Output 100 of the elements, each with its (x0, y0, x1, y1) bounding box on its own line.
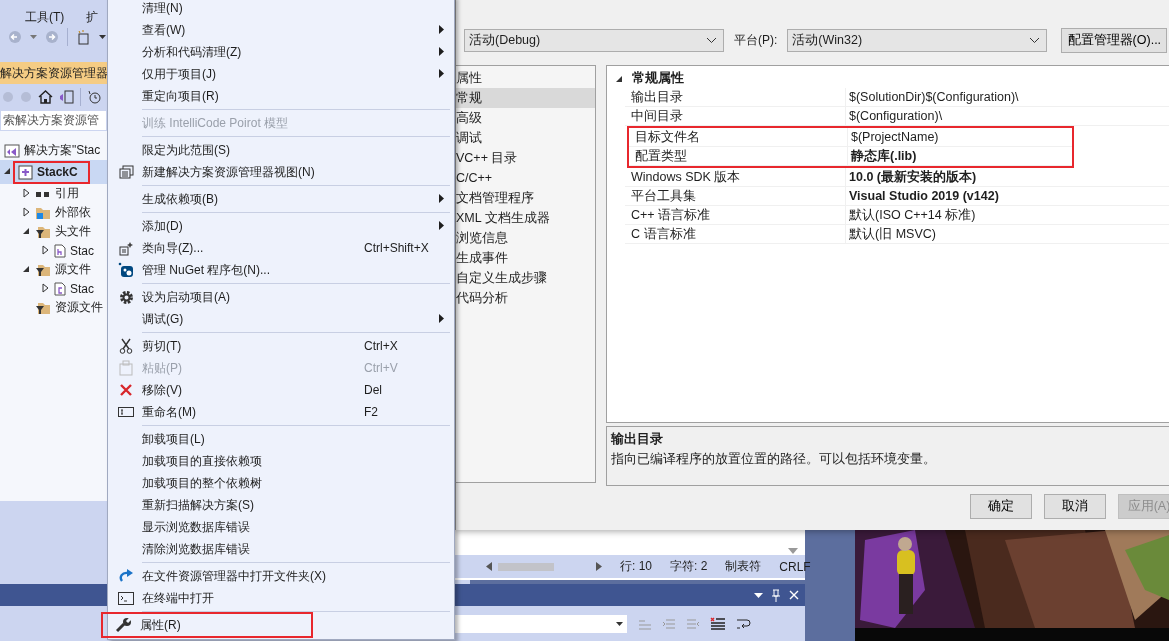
property-value[interactable]: Visual Studio 2019 (v142) (845, 187, 1169, 206)
menu-item[interactable]: 在终端中打开 (110, 587, 452, 609)
property-value[interactable]: $(Configuration)\ (845, 107, 1169, 126)
tree-item[interactable]: 外部依 (55, 204, 91, 221)
menu-item[interactable]: 设为启动项目(A) (110, 286, 452, 308)
menu-item[interactable]: 分析和代码清理(Z) (110, 41, 452, 63)
menu-item[interactable]: 重定向项目(R) (110, 85, 452, 107)
terminal-icon (118, 591, 134, 605)
menu-item[interactable]: 仅用于项目(J) (110, 63, 452, 85)
wrench-icon (116, 617, 132, 633)
menu-item[interactable]: 在文件资源管理器中打开文件夹(X) (110, 565, 452, 587)
dropdown-arrow-icon[interactable] (99, 35, 106, 39)
package-icon (118, 262, 134, 278)
menu-item[interactable]: 清理(N) (110, 0, 452, 19)
menu-item[interactable]: 重新扫描解决方案(S) (110, 494, 452, 516)
property-page-item[interactable]: 属性 (456, 68, 595, 88)
column-indicator: 字符: 2 (670, 558, 708, 575)
submenu-arrow-icon (438, 25, 444, 34)
menu-bar-item[interactable]: 工具(T) (25, 9, 65, 22)
dialog-button[interactable]: 确定 (970, 494, 1032, 519)
property-value[interactable]: $(ProjectName) (847, 128, 1072, 147)
gear-icon (118, 289, 134, 305)
rename-icon (118, 406, 134, 418)
curved-arrow-icon (118, 569, 134, 583)
property-page-item[interactable]: 调试 (456, 128, 595, 148)
submenu-arrow-icon (438, 221, 444, 230)
property-page-item[interactable]: C/C++ (456, 168, 595, 188)
tree-item[interactable]: 头文件 (55, 223, 91, 240)
platform-dropdown[interactable]: 活动(Win32) (787, 28, 1048, 52)
configuration-dropdown[interactable]: 活动(Debug) (464, 28, 724, 52)
property-page-item[interactable]: 自定义生成步骤 (456, 268, 595, 288)
property-page-item[interactable]: VC++ 目录 (456, 148, 595, 168)
menu-item[interactable]: 剪切(T) Ctrl+X (110, 335, 452, 357)
scrollbar-thumb[interactable] (498, 562, 554, 571)
close-icon[interactable] (789, 590, 799, 600)
menu-item[interactable]: 新建解决方案资源管理器视图(N) (110, 161, 452, 183)
scroll-left-icon[interactable] (486, 562, 492, 571)
history-icon[interactable] (87, 90, 101, 104)
tree-item[interactable]: 源文件 (55, 261, 91, 278)
menu-item[interactable]: 调试(G) (110, 308, 452, 330)
menu-item[interactable]: 限定为此范围(S) (110, 139, 452, 161)
menu-item[interactable]: 类向导(Z)... Ctrl+Shift+X (110, 237, 452, 259)
property-page-item[interactable]: 浏览信息 (456, 228, 595, 248)
menu-bar-item[interactable]: 扩 (86, 9, 99, 22)
menu-item[interactable]: 查看(W) (110, 19, 452, 41)
property-page-item[interactable]: 高级 (456, 108, 595, 128)
forward-icon[interactable] (45, 30, 59, 44)
property-page-item[interactable]: 文档管理程序 (456, 188, 595, 208)
line-ending-indicator[interactable]: CRLF (779, 559, 811, 574)
new-item-icon[interactable] (76, 29, 91, 45)
tree-item[interactable]: 引用 (55, 185, 79, 202)
back-icon[interactable] (8, 30, 22, 44)
menu-item[interactable]: 管理 NuGet 程序包(N)... (110, 259, 452, 281)
tree-item[interactable]: Stac (70, 281, 94, 296)
property-page-item[interactable]: XML 文档生成器 (456, 208, 595, 228)
property-page-item[interactable]: 代码分析 (456, 288, 595, 308)
collapsed-arrow-icon (21, 187, 31, 198)
property-value[interactable]: 静态库(.lib) (847, 147, 1072, 166)
home-icon[interactable] (38, 90, 53, 104)
menu-item[interactable]: 加载项目的整个依赖树 (110, 472, 452, 494)
header-file-icon (54, 243, 66, 258)
property-name: 配置类型 (629, 147, 847, 166)
scissors-icon (119, 338, 133, 354)
menu-item[interactable]: 重命名(M) F2 (110, 401, 452, 423)
pin-icon[interactable] (771, 588, 781, 602)
menu-item[interactable]: 添加(D) (110, 215, 452, 237)
menu-item[interactable]: 卸载项目(L) (110, 428, 452, 450)
tree-item[interactable]: 解决方案"Stac (24, 142, 101, 159)
description-text: 指向已编译程序的放置位置的路径。可以包括环境变量。 (611, 451, 937, 468)
menu-item[interactable]: 属性(R) (103, 614, 311, 636)
property-value[interactable]: $(SolutionDir)$(Configuration)\ (845, 88, 1169, 107)
dialog-button[interactable]: 取消 (1044, 494, 1106, 519)
switch-views-icon[interactable] (59, 90, 74, 104)
search-field[interactable]: 索解决方案资源管 (0, 110, 107, 131)
source-file-icon (54, 281, 66, 296)
windows-icon (118, 165, 134, 179)
property-name: 平台工具集 (625, 187, 845, 206)
scroll-right-icon[interactable] (596, 562, 602, 571)
indent-indicator[interactable]: 制表符 (725, 558, 762, 575)
property-value[interactable]: 10.0 (最新安装的版本) (845, 168, 1169, 187)
word-wrap-icon[interactable] (736, 616, 752, 631)
dropdown-arrow-icon[interactable] (754, 592, 763, 598)
property-value[interactable]: 默认(旧 MSVC) (845, 225, 1169, 244)
collapsed-arrow-icon (40, 282, 50, 293)
menu-item[interactable]: 显示浏览数据库错误 (110, 516, 452, 538)
menu-item[interactable]: 移除(V) Del (110, 379, 452, 401)
submenu-arrow-icon (438, 194, 444, 203)
property-page-item[interactable]: 常规 (456, 88, 595, 108)
tree-item[interactable]: 资源文件 (55, 299, 103, 316)
tree-item[interactable]: Stac (70, 243, 94, 258)
clear-all-icon[interactable] (710, 616, 726, 631)
menu-item[interactable]: 清除浏览数据库错误 (110, 538, 452, 560)
menu-item[interactable]: 加载项目的直接依赖项 (110, 450, 452, 472)
configuration-manager-button[interactable]: 配置管理器(O)... (1061, 27, 1168, 53)
menu-item[interactable]: 生成依赖项(B) (110, 188, 452, 210)
solution-icon (4, 143, 20, 158)
folder-icon (35, 205, 51, 220)
description-title: 输出目录 (611, 431, 664, 448)
property-value[interactable]: 默认(ISO C++14 标准) (845, 206, 1169, 225)
property-page-item[interactable]: 生成事件 (456, 248, 595, 268)
